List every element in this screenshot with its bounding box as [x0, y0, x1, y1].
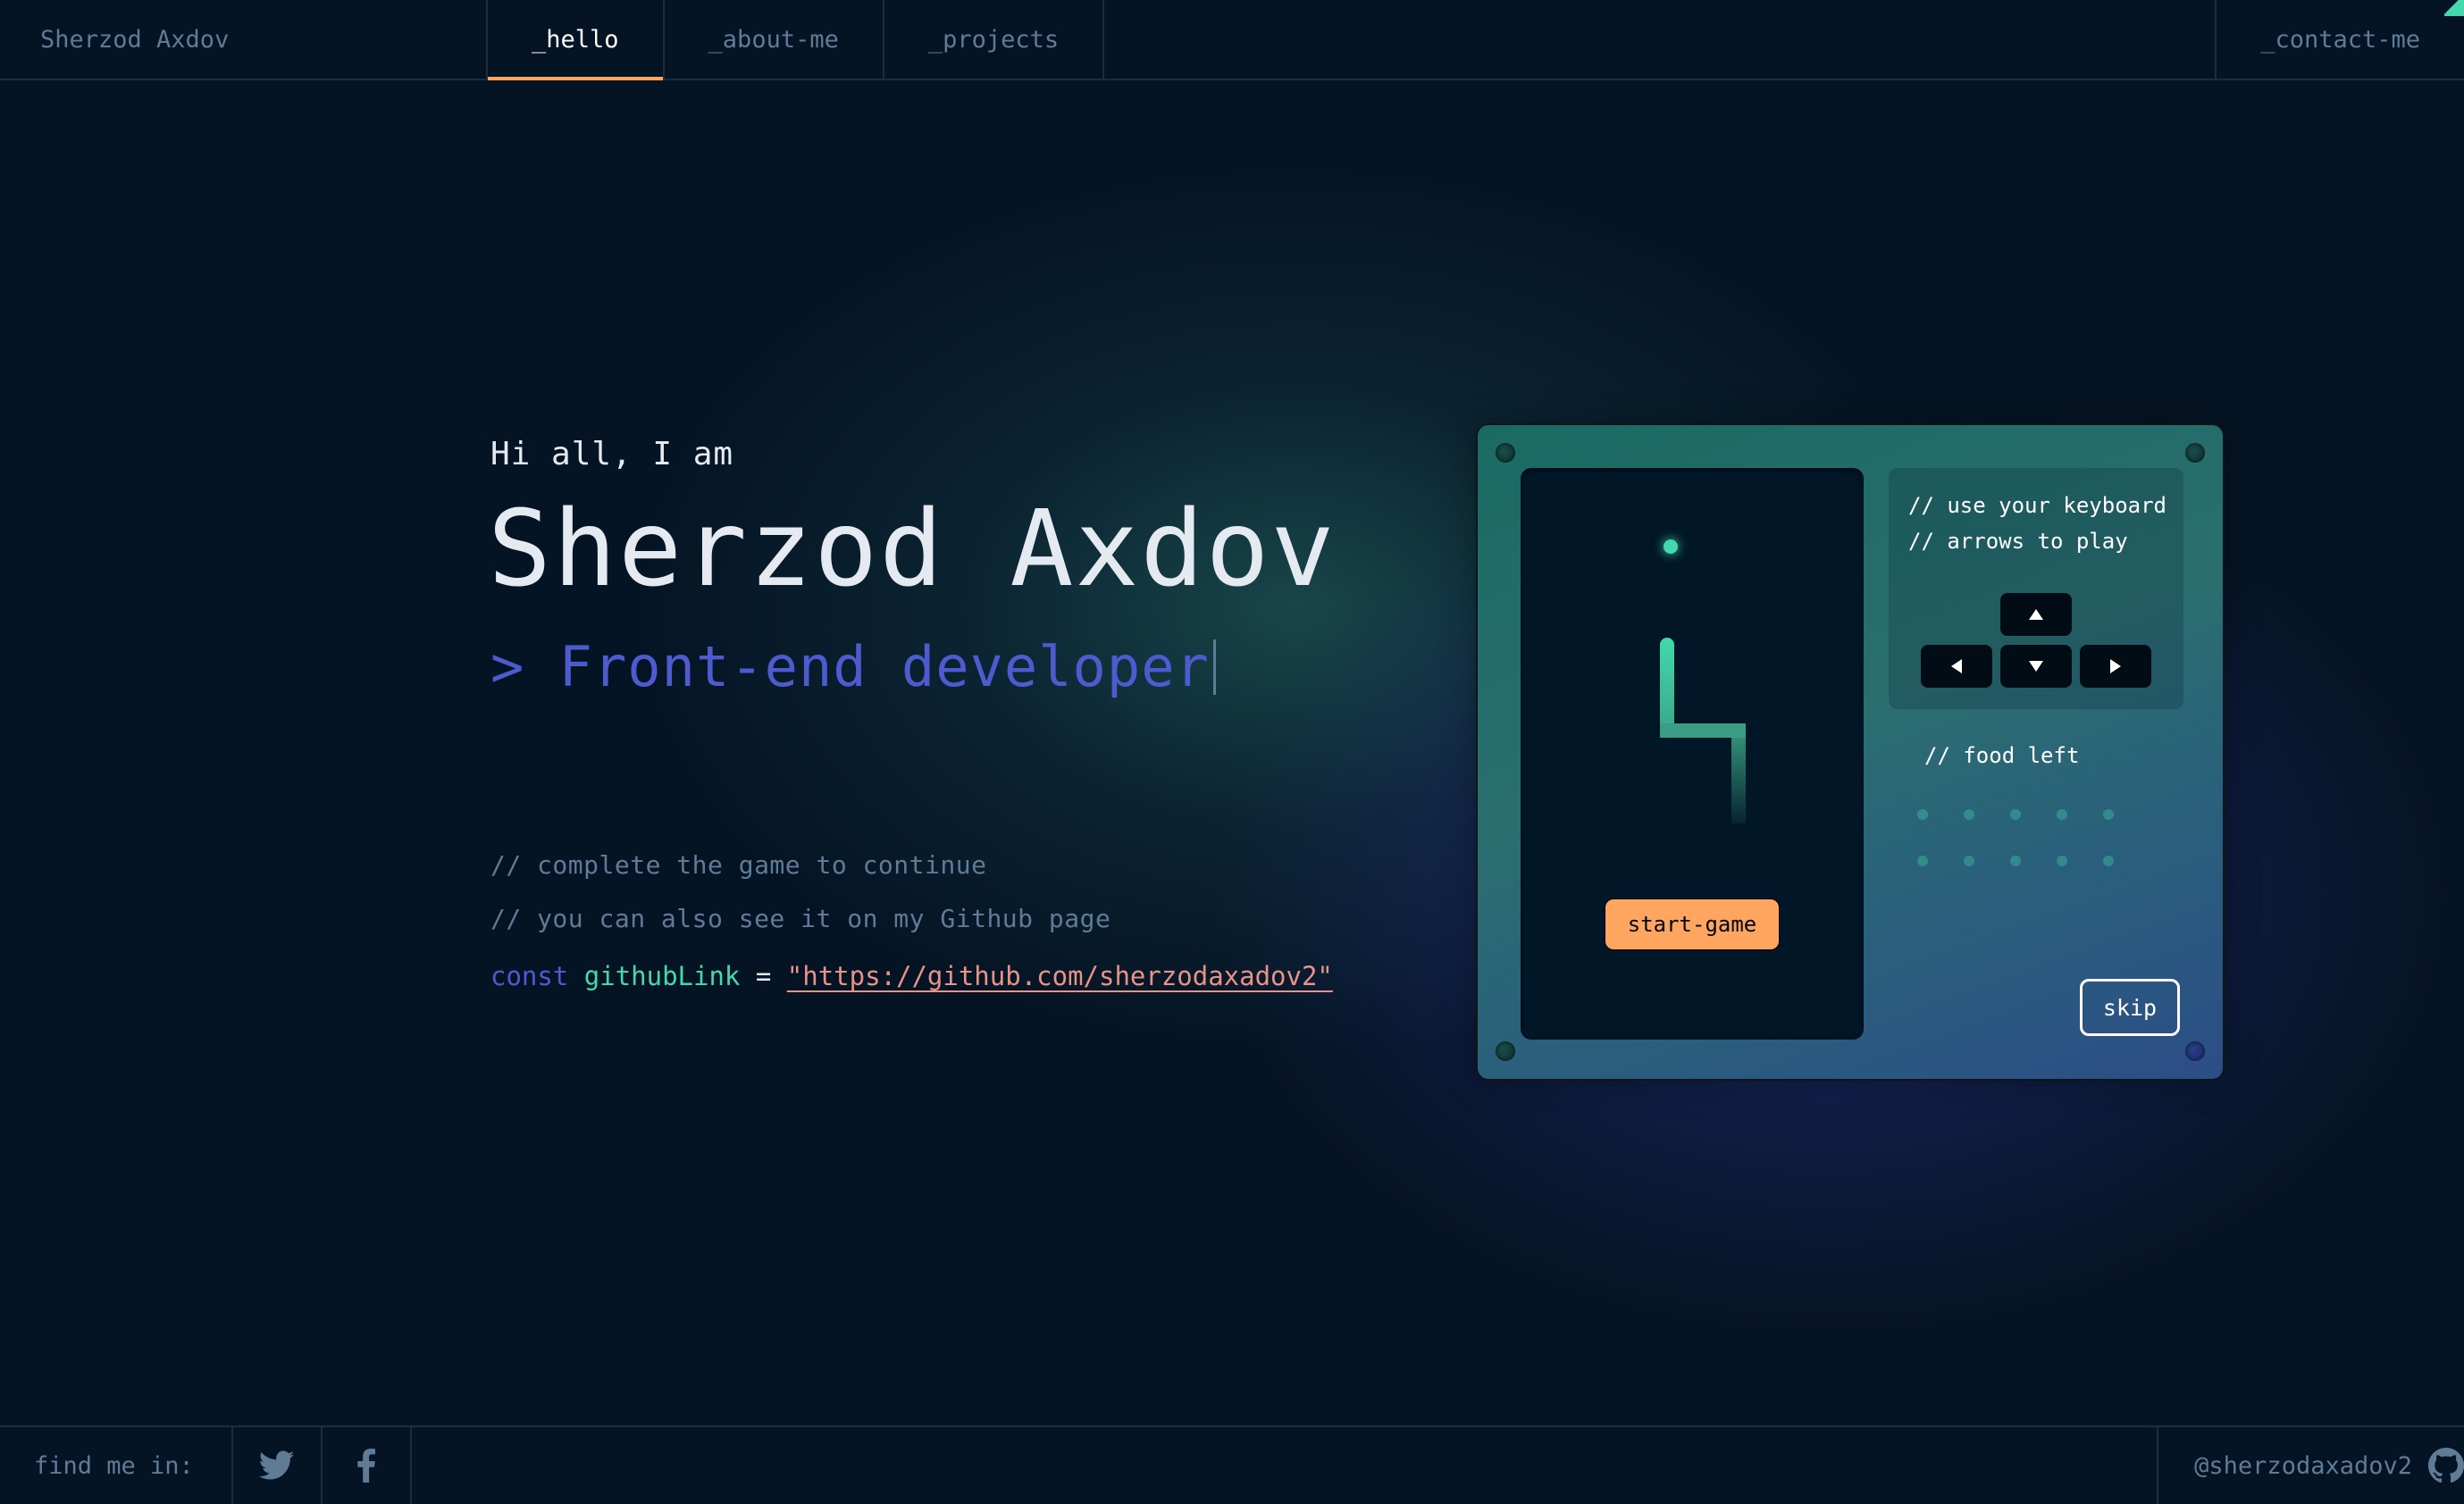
food-left-dot — [2057, 809, 2067, 820]
arrow-down-icon — [2029, 661, 2043, 672]
food-left-dot — [2010, 809, 2021, 820]
game-comment: // complete the game to continue — [490, 850, 987, 880]
code-operator: = — [755, 961, 772, 991]
github-code-line: const githubLink = "https://github.com/s… — [490, 961, 1333, 991]
typing-caret — [1212, 639, 1216, 695]
food-left-dot — [2010, 856, 2021, 866]
facebook-link[interactable] — [323, 1427, 412, 1504]
hero-role-text: > Front-end developer — [490, 634, 1210, 699]
portfolio-app: Sherzod Axdov _hello _about-me _projects… — [0, 0, 2464, 1504]
arrow-left-icon — [1951, 659, 1962, 673]
game-screen[interactable]: start-game — [1521, 468, 1864, 1040]
arrow-right-button[interactable] — [2080, 645, 2151, 688]
tab-hello[interactable]: _hello — [488, 0, 665, 80]
food-left-label: // food left — [1924, 743, 2080, 768]
github-comment: // you can also see it on my Github page — [490, 904, 1111, 933]
food-left-dot — [1964, 809, 1974, 820]
instructions-line: // use your keyboard — [1908, 493, 2166, 518]
start-game-button[interactable]: start-game — [1605, 898, 1780, 950]
food-left-dot — [2103, 856, 2114, 866]
arrow-up-button[interactable] — [2000, 593, 2072, 636]
github-link[interactable]: "https://github.com/sherzodaxadov2" — [787, 961, 1333, 991]
instructions-line: // arrows to play — [1908, 529, 2128, 554]
facebook-icon — [357, 1449, 375, 1483]
footer-spacer — [412, 1427, 2157, 1504]
code-variable: githubLink — [583, 961, 741, 991]
find-me-label: find me in: — [0, 1427, 233, 1504]
bolt-icon — [2185, 443, 2205, 463]
hero-name: Sherzod Axdov — [488, 487, 1337, 610]
tab-about-me[interactable]: _about-me — [665, 0, 884, 79]
food-left-dot — [1964, 856, 1974, 866]
github-handle-text: @sherzodaxadov2 — [2194, 1451, 2412, 1480]
food-left-dot — [1917, 809, 1928, 820]
github-profile-link[interactable]: @sherzodaxadov2 — [2157, 1427, 2464, 1504]
twitter-icon — [258, 1450, 295, 1480]
bolt-icon — [1496, 1041, 1515, 1061]
twitter-link[interactable] — [233, 1427, 323, 1504]
footer: find me in: @sherzodaxadov2 — [0, 1425, 2464, 1504]
snake-game-board: start-game // use your keyboard // arrows… — [1476, 423, 2225, 1081]
food-left-dot — [2103, 809, 2114, 820]
instructions-panel: // use your keyboard // arrows to play — [1889, 468, 2183, 709]
site-brand[interactable]: Sherzod Axdov — [0, 0, 488, 79]
top-nav: Sherzod Axdov _hello _about-me _projects… — [0, 0, 2464, 80]
snake-head-segment — [1660, 638, 1674, 731]
tab-projects[interactable]: _projects — [884, 0, 1105, 79]
arrow-left-button[interactable] — [1921, 645, 1992, 688]
snake-tail-segment — [1731, 723, 1746, 823]
hero-role: > Front-end developer — [490, 634, 1216, 699]
food-pellet — [1664, 539, 1678, 554]
food-left-dot — [2057, 856, 2067, 866]
bolt-icon — [2185, 1041, 2205, 1061]
instructions-text: // use your keyboard // arrows to play — [1908, 488, 2166, 559]
arrow-down-button[interactable] — [2000, 645, 2072, 688]
corner-indicator — [2444, 0, 2464, 16]
hero-greeting: Hi all, I am — [490, 436, 734, 472]
food-left-dot — [1917, 856, 1928, 866]
skip-button[interactable]: skip — [2080, 979, 2180, 1036]
github-icon — [2428, 1448, 2464, 1483]
arrow-right-icon — [2110, 659, 2121, 673]
arrow-up-icon — [2029, 609, 2043, 620]
bolt-icon — [1496, 443, 1515, 463]
code-keyword: const — [490, 961, 569, 991]
tab-contact-me[interactable]: _contact-me — [2215, 0, 2464, 79]
